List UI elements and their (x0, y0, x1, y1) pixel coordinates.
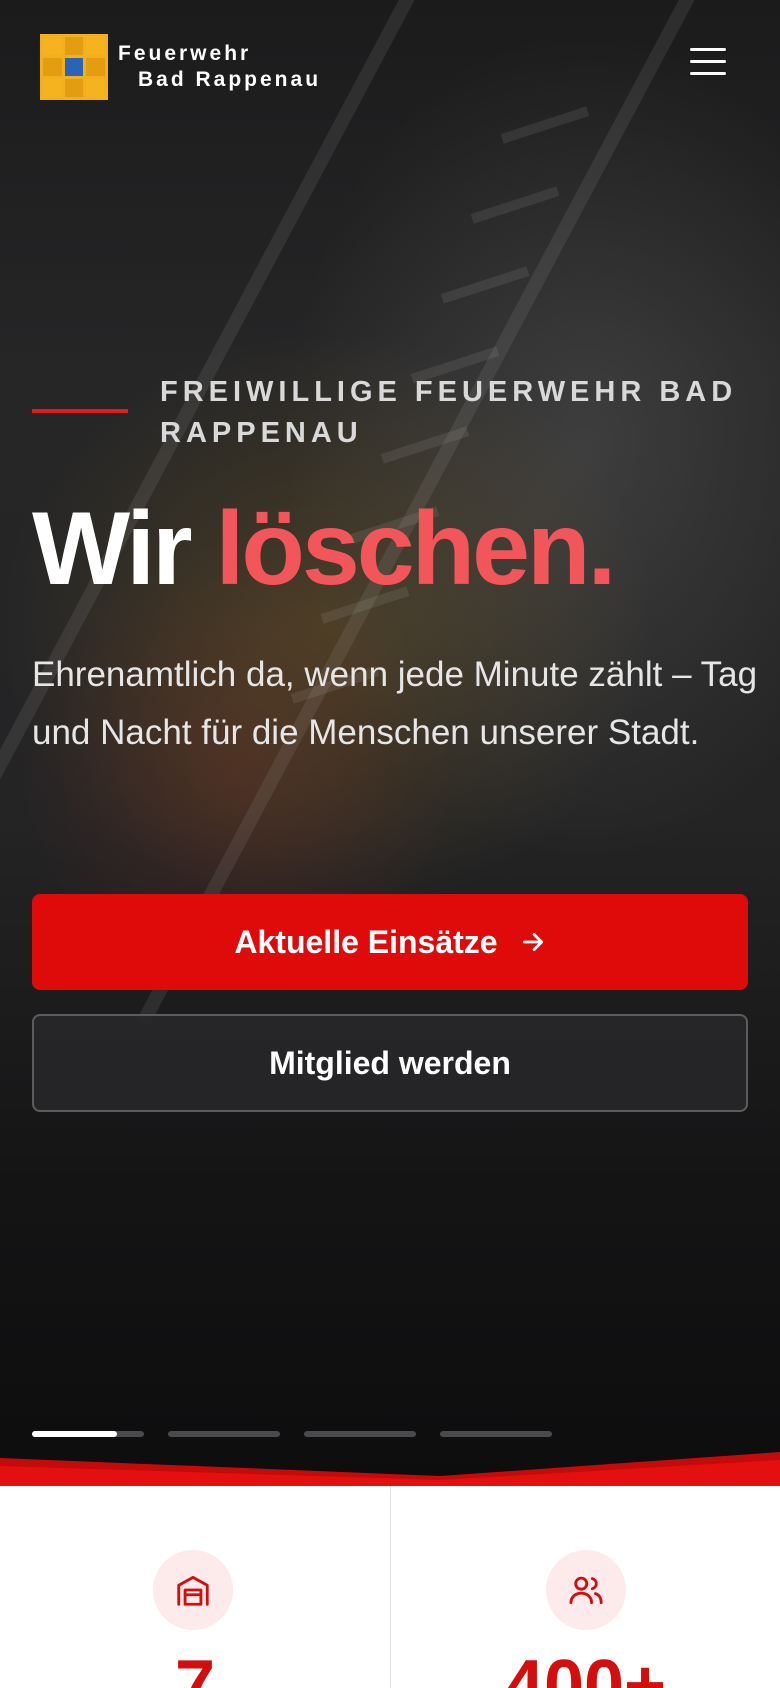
slider-dot-1-progress (32, 1431, 118, 1437)
current-operations-button[interactable]: Aktuelle Einsätze (32, 894, 748, 990)
hero-lead-text: Ehrenamtlich da, wenn jede Minute zählt … (32, 655, 758, 752)
slider-dot-1[interactable] (32, 1431, 144, 1437)
users-icon (546, 1550, 626, 1630)
fire-station-icon (153, 1550, 233, 1630)
slider-dot-2[interactable] (168, 1431, 280, 1437)
become-member-button[interactable]: Mitglied werden (32, 1014, 748, 1112)
hero-eyebrow: FREIWILLIGE FEUERWEHR BAD RAPPENAU (160, 376, 738, 449)
hero-red-divider (0, 1452, 780, 1486)
site-header: Feuerwehr Bad Rappenau (0, 0, 780, 130)
become-member-label: Mitglied werden (269, 1044, 511, 1081)
fire-department-logo-icon[interactable] (40, 34, 108, 100)
headline-white-part: Wir (32, 491, 193, 607)
logo-text-line2[interactable]: Bad Rappenau (138, 68, 321, 92)
headline-red-part: löschen. (215, 491, 617, 607)
slider-dot-3[interactable] (304, 1431, 416, 1437)
eyebrow-accent-line (32, 409, 128, 413)
hero-section: Feuerwehr Bad Rappenau FREIWILLIGE FEUER… (0, 0, 780, 1485)
slider-dot-4[interactable] (440, 1431, 552, 1437)
current-operations-label: Aktuelle Einsätze (234, 923, 498, 960)
stat-value-stations: 7 (174, 1646, 216, 1688)
stat-value-members: 400+ (503, 1646, 667, 1688)
hero-headline: Wir löschen. (32, 491, 617, 607)
arrow-right-icon (522, 933, 543, 951)
hamburger-menu-icon[interactable] (686, 44, 730, 80)
stats-section: 7 400+ (0, 1486, 780, 1688)
logo-text-line1[interactable]: Feuerwehr (118, 42, 251, 66)
